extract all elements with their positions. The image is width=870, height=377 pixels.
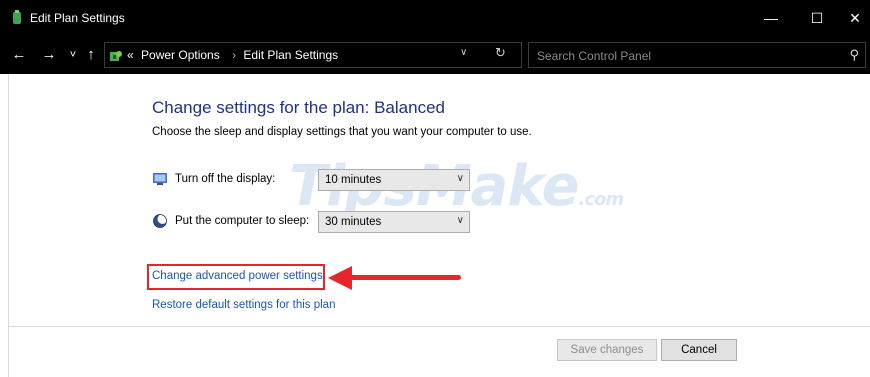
minimize-button[interactable]: — <box>748 0 794 36</box>
close-button[interactable]: ✕ <box>840 0 870 36</box>
address-dropdown-icon[interactable]: ∨ <box>460 47 467 58</box>
search-icon[interactable]: ⚲ <box>849 47 859 63</box>
title-bar: Edit Plan Settings — ☐ ✕ <box>0 0 870 36</box>
display-timeout-value: 10 minutes <box>325 174 382 186</box>
breadcrumb: « Power Options › Edit Plan Settings <box>127 48 342 62</box>
main-content: Change settings for the plan: Balanced C… <box>8 74 870 377</box>
search-input[interactable]: Search Control Panel <box>537 49 651 63</box>
window-title: Edit Plan Settings <box>30 11 125 25</box>
chevron-down-icon: ∨ <box>456 173 464 184</box>
control-panel-icon <box>110 51 122 61</box>
sleep-timeout-select[interactable]: 30 minutes ∨ <box>318 211 470 233</box>
search-box[interactable]: Search Control Panel ⚲ <box>528 42 866 68</box>
change-advanced-power-settings-link[interactable]: Change advanced power settings <box>152 270 323 282</box>
footer-divider <box>9 326 870 327</box>
save-changes-button[interactable]: Save changes <box>557 339 657 361</box>
sleep-timeout-label: Put the computer to sleep: <box>175 215 310 227</box>
display-icon <box>153 173 167 185</box>
chevron-down-icon: ∨ <box>456 215 464 226</box>
sleep-timeout-value: 30 minutes <box>325 216 382 228</box>
watermark-suffix: .com <box>578 189 625 210</box>
display-timeout-label: Turn off the display: <box>175 173 276 185</box>
cancel-button[interactable]: Cancel <box>661 339 737 361</box>
breadcrumb-power-options[interactable]: Power Options <box>141 48 220 62</box>
back-arrow-icon[interactable]: ← <box>8 44 30 66</box>
breadcrumb-separator[interactable]: › <box>232 48 236 62</box>
display-timeout-select[interactable]: 10 minutes ∨ <box>318 169 470 191</box>
sleep-moon-icon <box>153 214 168 228</box>
refresh-icon[interactable]: ↻ <box>495 45 506 61</box>
navigation-bar: ← → ˅ ↑ « Power Options › Edit Plan Sett… <box>0 36 870 74</box>
page-description: Choose the sleep and display settings th… <box>152 126 532 138</box>
breadcrumb-edit-plan-settings[interactable]: Edit Plan Settings <box>243 48 338 62</box>
up-arrow-icon[interactable]: ↑ <box>80 44 102 66</box>
restore-default-settings-link[interactable]: Restore default settings for this plan <box>152 299 335 311</box>
breadcrumb-overflow[interactable]: « <box>127 48 134 62</box>
annotation-arrow-shaft <box>349 275 461 280</box>
address-bar[interactable]: « Power Options › Edit Plan Settings ∨ ↻ <box>104 42 522 68</box>
forward-arrow-icon[interactable]: → <box>38 44 60 66</box>
power-options-icon <box>13 10 21 24</box>
maximize-button[interactable]: ☐ <box>794 0 840 36</box>
page-heading: Change settings for the plan: Balanced <box>152 98 445 117</box>
